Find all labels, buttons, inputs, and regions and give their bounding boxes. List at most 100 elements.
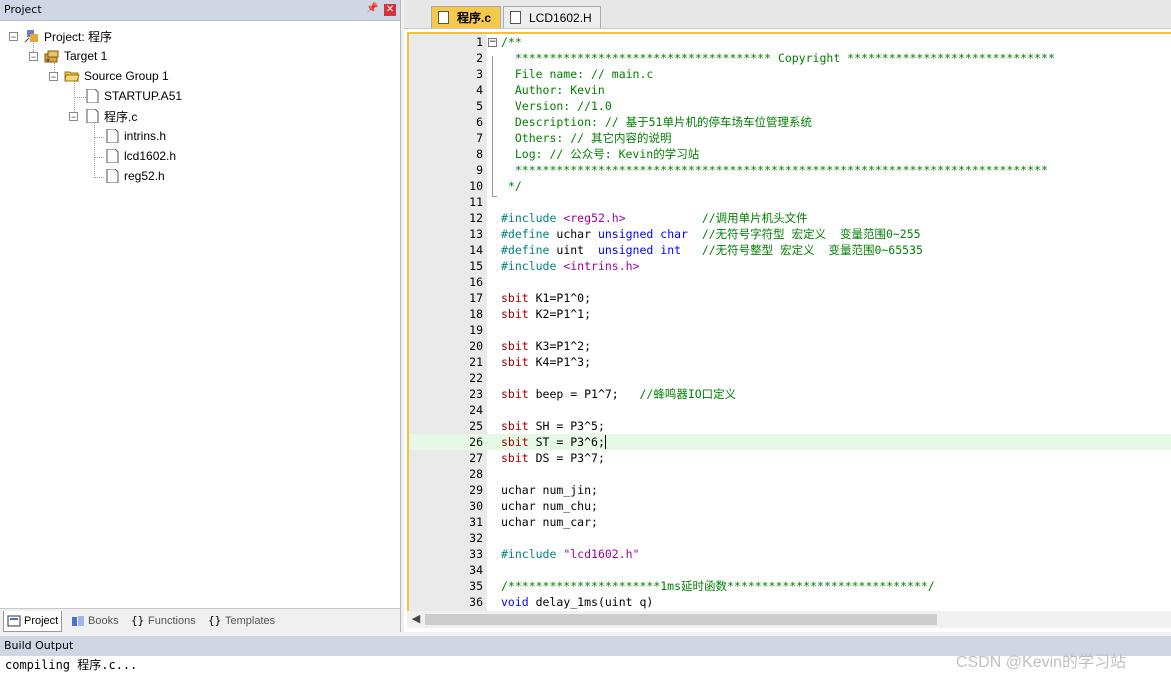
line-number: 1 — [476, 35, 483, 49]
code-line[interactable]: 14 #define uint unsigned int //无符号整型 宏定义 … — [409, 242, 1171, 258]
tree-label-include: lcd1602.h — [124, 149, 177, 163]
line-number: 16 — [469, 275, 483, 289]
folder-open-icon — [64, 71, 80, 82]
tab-functions[interactable]: {} Functions — [128, 611, 199, 631]
code-line[interactable]: 1 /** — [409, 34, 1171, 50]
file-tab-label: LCD1602.H — [529, 10, 592, 25]
code-line[interactable]: 30 uchar num_chu; — [409, 498, 1171, 514]
watermark: CSDN @Kevin的学习站 — [956, 654, 1127, 671]
code-line[interactable]: 32 — [409, 530, 1171, 546]
code-text: Description: // 基于51单片机的停车场车位管理系统 — [501, 115, 812, 129]
pin-icon[interactable]: 📌 — [366, 3, 378, 15]
tab-books[interactable]: Books — [68, 611, 122, 631]
collapse-icon[interactable]: − — [49, 71, 58, 81]
code-line[interactable]: 34 — [409, 562, 1171, 578]
line-number: 26 — [469, 435, 483, 449]
scroll-left-icon[interactable]: ◀ — [409, 612, 423, 626]
code-line[interactable]: 3 File name: // main.c — [409, 66, 1171, 82]
tree-item-include[interactable]: reg52.h — [104, 167, 165, 185]
code-text: #include <intrins.h> — [501, 259, 640, 273]
tab-project-label: Project — [24, 615, 59, 627]
collapse-icon[interactable]: − — [29, 51, 38, 61]
code-line[interactable]: 18 sbit K2=P1^1; — [409, 306, 1171, 322]
code-line[interactable]: 28 — [409, 466, 1171, 482]
editor: 程序.c LCD1602.H 1 /** 2 *******************… — [404, 0, 1171, 632]
code-line[interactable]: 8 Log: // 公众号: Kevin的学习站 — [409, 146, 1171, 162]
line-number: 4 — [476, 83, 483, 97]
tree-item-file[interactable]: STARTUP.A51 — [84, 87, 182, 105]
line-number: 21 — [469, 355, 483, 369]
line-number: 35 — [469, 579, 483, 593]
tree-item-target[interactable]: − Target 1 — [29, 47, 107, 65]
tree-label-file: 程序.c — [104, 109, 138, 124]
code-line[interactable]: 29 uchar num_jin; — [409, 482, 1171, 498]
code-line[interactable]: 24 — [409, 402, 1171, 418]
project-panel-title: Project — [4, 3, 42, 16]
code-line[interactable]: 17 sbit K1=P1^0; — [409, 290, 1171, 306]
file-tab-lcd[interactable]: LCD1602.H — [503, 6, 601, 28]
project-tree: − Project: 程序 − Target 1 − Source Group … — [0, 24, 400, 604]
code-text: */ — [501, 179, 522, 193]
code-line[interactable]: 10 */ — [409, 178, 1171, 194]
tree-item-file[interactable]: − 程序.c — [69, 107, 137, 125]
code-line[interactable]: 33 #include "lcd1602.h" — [409, 546, 1171, 562]
code-text: /** — [501, 35, 522, 49]
templates-icon: {} — [208, 614, 222, 627]
code-line[interactable]: 26 sbit ST = P3^6; — [409, 434, 1171, 450]
code-line[interactable]: 22 — [409, 370, 1171, 386]
code-line[interactable]: 6 Description: // 基于51单片机的停车场车位管理系统 — [409, 114, 1171, 130]
tree-item-include[interactable]: intrins.h — [104, 127, 166, 145]
file-tab-main[interactable]: 程序.c — [431, 6, 501, 28]
code-line[interactable]: 12 #include <reg52.h> //调用单片机头文件 — [409, 210, 1171, 226]
tab-project[interactable]: Project — [3, 611, 63, 632]
line-number: 30 — [469, 499, 483, 513]
tree-item-include[interactable]: lcd1602.h — [104, 147, 176, 165]
build-output-title: Build Output — [4, 639, 74, 652]
code-line[interactable]: 20 sbit K3=P1^2; — [409, 338, 1171, 354]
tab-templates[interactable]: {} Templates — [205, 611, 278, 631]
code-text: #include "lcd1602.h" — [501, 547, 640, 561]
code-line[interactable]: 21 sbit K4=P1^3; — [409, 354, 1171, 370]
code-line[interactable]: 2 ************************************* … — [409, 50, 1171, 66]
document-icon — [510, 11, 521, 24]
code-line[interactable]: 5 Version: //1.0 — [409, 98, 1171, 114]
code-line[interactable]: 27 sbit DS = P3^7; — [409, 450, 1171, 466]
tree-label-source-group: Source Group 1 — [84, 69, 169, 83]
close-icon[interactable]: ✕ — [384, 4, 396, 16]
code-text: sbit DS = P3^7; — [501, 451, 605, 465]
line-number: 22 — [469, 371, 483, 385]
code-line[interactable]: 13 #define uchar unsigned char //无符号字符型 宏… — [409, 226, 1171, 242]
code-line[interactable]: 35 /**********************1ms延时函数********… — [409, 578, 1171, 594]
code-line[interactable]: 36 void delay_1ms(uint q) — [409, 594, 1171, 610]
collapse-icon[interactable]: − — [9, 31, 18, 41]
line-number: 25 — [469, 419, 483, 433]
collapse-icon[interactable]: − — [69, 111, 78, 121]
code-line[interactable]: 7 Others: // 其它内容的说明 — [409, 130, 1171, 146]
scrollbar-thumb[interactable] — [425, 614, 937, 625]
tree-item-project[interactable]: − Project: 程序 — [9, 27, 112, 45]
line-number: 11 — [469, 195, 483, 209]
code-line[interactable]: 19 — [409, 322, 1171, 338]
code-line[interactable]: 23 sbit beep = P1^7; //蜂鸣器IO口定义 — [409, 386, 1171, 402]
code-line[interactable]: 11 — [409, 194, 1171, 210]
code-line[interactable]: 4 Author: Kevin — [409, 82, 1171, 98]
line-number: 23 — [469, 387, 483, 401]
horizontal-scrollbar[interactable]: ◀ — [407, 611, 1171, 628]
line-number: 36 — [469, 595, 483, 609]
code-line[interactable]: 31 uchar num_car; — [409, 514, 1171, 530]
line-number: 13 — [469, 227, 483, 241]
fold-collapse-icon[interactable]: − — [488, 38, 497, 47]
code-line[interactable]: 9 **************************************… — [409, 162, 1171, 178]
code-line[interactable]: 25 sbit SH = P3^5; — [409, 418, 1171, 434]
code-text: Log: // 公众号: Kevin的学习站 — [501, 147, 700, 161]
code-text: Author: Kevin — [501, 83, 605, 97]
line-number: 28 — [469, 467, 483, 481]
code-line[interactable]: 15 #include <intrins.h> — [409, 258, 1171, 274]
code-text: sbit K2=P1^1; — [501, 307, 592, 321]
line-number: 9 — [476, 163, 483, 177]
tree-item-source-group[interactable]: − Source Group 1 — [49, 67, 169, 85]
code-editor[interactable]: 1 /** 2 **********************************… — [407, 32, 1171, 612]
code-text: #define uchar unsigned char //无符号字符型 宏定义… — [501, 227, 921, 241]
code-line[interactable]: 16 — [409, 274, 1171, 290]
text-cursor — [605, 435, 606, 449]
